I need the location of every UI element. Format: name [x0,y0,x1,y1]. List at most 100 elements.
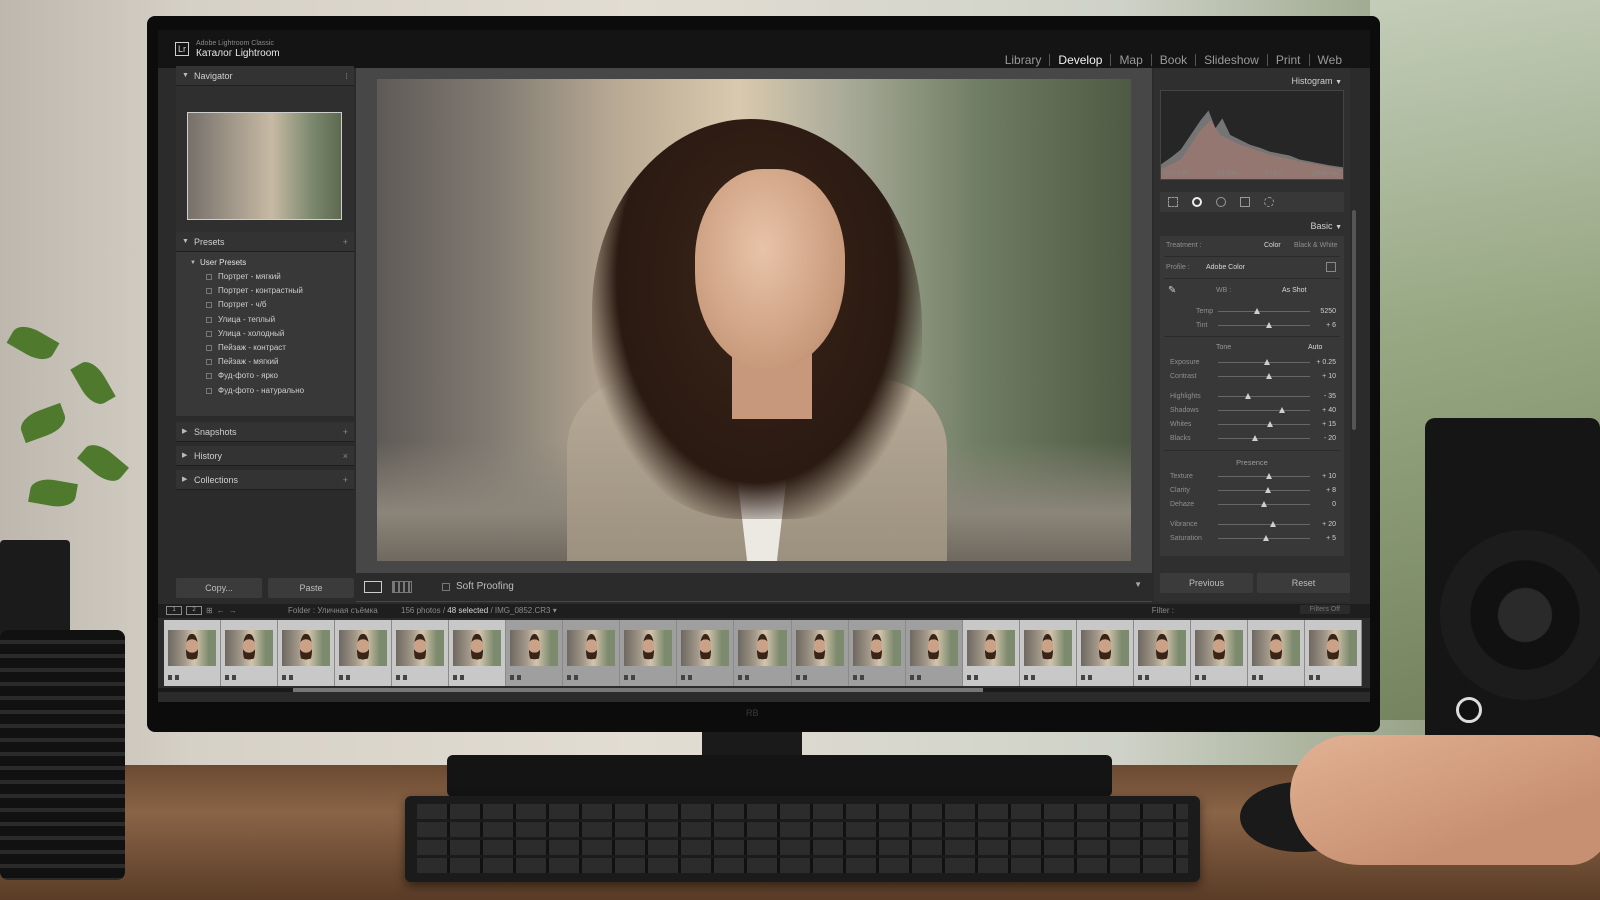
preset-item[interactable]: Пейзаж - контраст [176,341,354,355]
preset-item[interactable]: Улица - холодный [176,327,354,341]
collections-header[interactable]: ▶ Collections + [176,470,354,490]
filmstrip-thumbnail[interactable] [848,620,906,686]
temp-slider[interactable] [1218,308,1310,314]
vibrance-slider-knob[interactable] [1270,521,1277,527]
auto-button[interactable]: Auto [1308,344,1322,351]
blacks-slider[interactable] [1218,435,1310,441]
preset-item[interactable]: Фуд-фото - ярко [176,369,354,383]
preset-item[interactable]: Портрет - ч/б [176,298,354,312]
preset-item[interactable]: Пейзаж - мягкий [176,355,354,369]
eyedropper-icon[interactable]: ✎ [1168,285,1176,296]
crop-icon[interactable] [1168,197,1178,207]
filmstrip-thumbnail[interactable] [791,620,849,686]
treatment-bw-option[interactable]: Black & White [1294,242,1338,249]
healing-icon[interactable] [1192,197,1202,207]
profile-browser-icon[interactable] [1326,262,1336,272]
basic-header[interactable]: Basic ▼ [1311,221,1342,231]
preset-item[interactable]: Портрет - мягкий [176,270,354,284]
preset-item[interactable]: Портрет - контрастный [176,284,354,298]
filmstrip-thumbnail[interactable] [677,620,735,686]
filmstrip-thumbnail[interactable] [563,620,621,686]
right-panel-scrollbar[interactable] [1352,210,1356,430]
tint-value[interactable]: + 6 [1326,322,1336,329]
filmstrip-thumbnail[interactable] [620,620,678,686]
texture-slider-knob[interactable] [1265,473,1272,479]
add-collection-icon[interactable]: + [343,470,348,490]
add-preset-icon[interactable]: + [343,232,348,252]
filmstrip-thumbnail[interactable] [905,620,963,686]
user-presets-folder[interactable]: ▼ User Presets [176,256,354,270]
whites-slider[interactable] [1218,421,1310,427]
filmstrip-thumbnail[interactable] [962,620,1020,686]
filmstrip-source[interactable]: Folder : Уличная съёмка [288,606,378,615]
dehaze-value[interactable]: 0 [1332,501,1336,508]
vibrance-value[interactable]: + 20 [1322,521,1336,528]
tint-slider-knob[interactable] [1265,322,1272,328]
filmstrip-thumbnail[interactable] [734,620,792,686]
shadows-slider-knob[interactable] [1279,407,1286,413]
module-develop[interactable]: Develop [1049,54,1110,66]
filmstrip-thumbnail[interactable] [1076,620,1134,686]
shadows-value[interactable]: + 40 [1322,407,1336,414]
navigator-header[interactable]: ▼ Navigator ⁝ [176,66,354,86]
vibrance-slider[interactable] [1218,521,1310,527]
filmstrip-thumbnail[interactable] [392,620,450,686]
exposure-value[interactable]: + 0.25 [1316,359,1336,366]
copy-button[interactable]: Copy... [176,578,262,598]
clarity-slider-knob[interactable] [1264,487,1271,493]
highlights-value[interactable]: - 35 [1324,393,1336,400]
exposure-slider[interactable] [1218,359,1310,365]
texture-slider[interactable] [1218,473,1310,479]
preset-item[interactable]: Улица - теплый [176,313,354,327]
saturation-value[interactable]: + 5 [1326,535,1336,542]
loupe-view-icon[interactable] [364,581,382,593]
clear-history-icon[interactable]: × [343,446,348,466]
forward-arrow-icon[interactable]: → [229,606,237,615]
filmstrip-thumbnail[interactable] [1190,620,1248,686]
temp-slider-knob[interactable] [1253,308,1260,314]
temp-value[interactable]: 5250 [1320,308,1336,315]
contrast-slider[interactable] [1218,373,1310,379]
soft-proofing-checkbox[interactable] [442,583,450,591]
filmstrip-scrollbar[interactable] [158,688,1370,692]
tint-slider[interactable] [1218,322,1310,328]
radial-mask-icon[interactable] [1264,197,1274,207]
primary-window-button[interactable]: 1 [166,606,182,615]
reset-button[interactable]: Reset [1257,573,1350,593]
filmstrip-thumbnail[interactable] [449,620,507,686]
whites-slider-knob[interactable] [1267,421,1274,427]
preset-item[interactable]: Фуд-фото - натурально [176,384,354,398]
add-snapshot-icon[interactable]: + [343,422,348,442]
previous-button[interactable]: Previous [1160,573,1253,593]
filmstrip-thumbnail[interactable] [335,620,393,686]
saturation-slider-knob[interactable] [1262,535,1269,541]
filmstrip-thumbnail[interactable] [1247,620,1305,686]
compare-view-icon[interactable] [392,581,412,593]
wb-dropdown[interactable]: As Shot [1282,287,1307,294]
module-slideshow[interactable]: Slideshow [1195,54,1267,66]
filmstrip-thumbnail[interactable] [1019,620,1077,686]
contrast-slider-knob[interactable] [1265,373,1272,379]
presets-header[interactable]: ▼ Presets + [176,232,354,252]
module-map[interactable]: Map [1110,54,1150,66]
filmstrip-thumbnail[interactable] [221,620,279,686]
filmstrip-scroll-thumb[interactable] [293,688,983,692]
module-library[interactable]: Library [997,54,1050,66]
filmstrip-thumbnail[interactable] [1304,620,1362,686]
profile-dropdown[interactable]: Adobe Color [1206,264,1245,271]
module-web[interactable]: Web [1308,54,1350,66]
filters-dropdown[interactable]: Filters Off [1299,605,1350,614]
clarity-slider[interactable] [1218,487,1310,493]
filmstrip-thumbnail[interactable] [278,620,336,686]
module-print[interactable]: Print [1266,54,1309,66]
filmstrip-thumbnail[interactable] [164,620,222,686]
highlights-slider[interactable] [1218,393,1310,399]
snapshots-header[interactable]: ▶ Snapshots + [176,422,354,442]
contrast-value[interactable]: + 10 [1322,373,1336,380]
clarity-value[interactable]: + 8 [1326,487,1336,494]
panel-options-icon[interactable]: ⁝ [345,66,348,86]
navigator-preview[interactable] [187,112,342,220]
paste-button[interactable]: Paste [268,578,354,598]
history-header[interactable]: ▶ History × [176,446,354,466]
blacks-slider-knob[interactable] [1251,435,1258,441]
